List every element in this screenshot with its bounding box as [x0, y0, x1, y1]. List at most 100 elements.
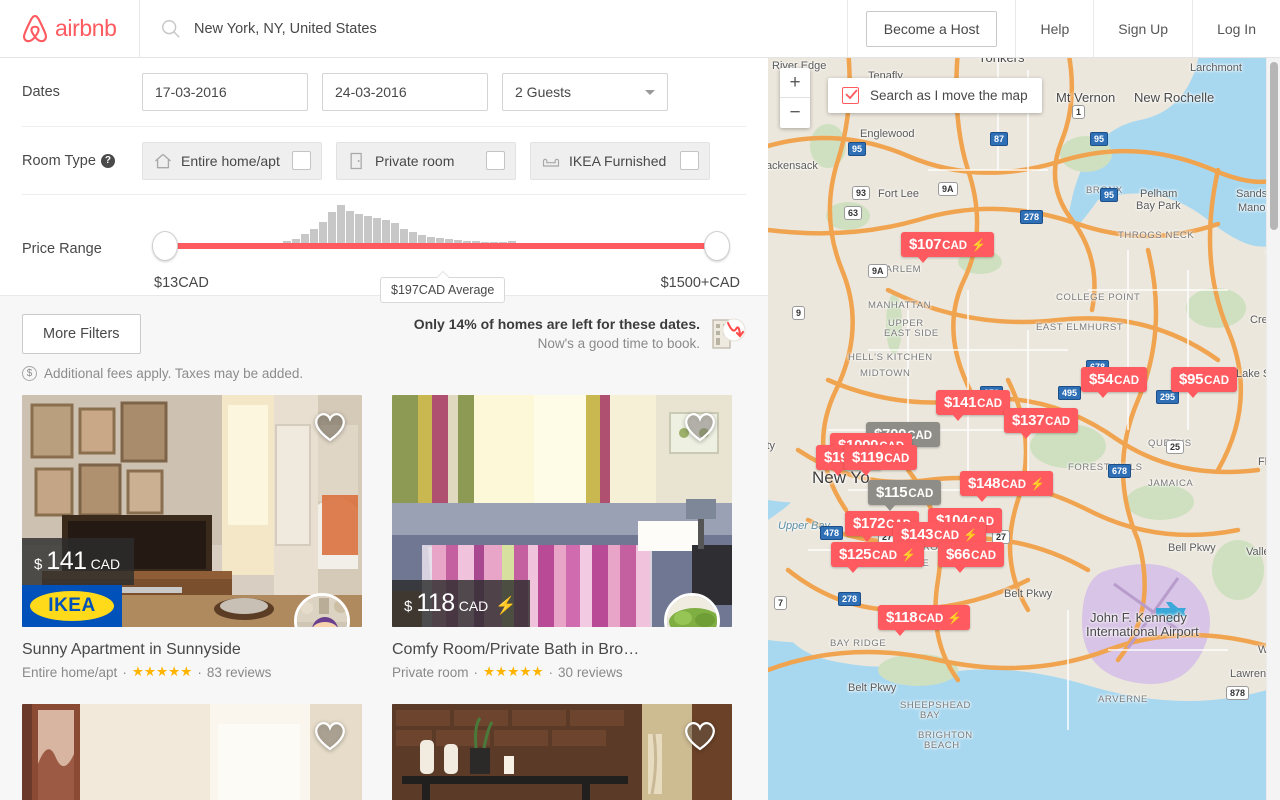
- ikea-badge-1: IKEA: [22, 585, 122, 627]
- price-min-label: $13CAD: [154, 275, 209, 291]
- scarcity-subline: Now's a good time to book.: [537, 336, 700, 351]
- logo[interactable]: airbnb: [0, 0, 140, 57]
- route-shield: 95: [1100, 188, 1119, 202]
- scarcity-headline: Only 14% of homes are left for these dat…: [413, 316, 700, 332]
- map-price-marker[interactable]: $119 CAD: [844, 445, 918, 476]
- marker-currency: CAD: [908, 488, 934, 500]
- listing-card-3[interactable]: [22, 704, 362, 800]
- map-price-marker[interactable]: $54 CAD: [1081, 367, 1148, 398]
- map-price-marker[interactable]: $118 CAD ⚡: [878, 605, 971, 636]
- search-input[interactable]: [194, 20, 794, 37]
- lightning-bolt-icon-2: ⚡: [495, 596, 517, 615]
- price-slider[interactable]: $13CAD $1500+CAD $197CAD Average: [142, 203, 746, 303]
- listing-meta-1: Entire home/apt · ★★★★★ · 83 reviews: [22, 664, 362, 680]
- favorite-heart-icon-1[interactable]: [312, 409, 348, 442]
- guests-value: 2 Guests: [515, 84, 572, 100]
- listing-image-3: [22, 704, 362, 800]
- histogram-bar: [409, 232, 417, 243]
- listing-card-4[interactable]: [392, 704, 732, 800]
- dates-label: Dates: [22, 84, 60, 100]
- map-price-marker[interactable]: $125 CAD ⚡: [831, 542, 925, 573]
- checkout-input[interactable]: [322, 73, 488, 111]
- roomtype-entire-home-checkbox[interactable]: [292, 151, 311, 170]
- fee-note: $ Additional fees apply. Taxes may be ad…: [0, 354, 768, 395]
- nav-help[interactable]: Help: [1015, 0, 1093, 57]
- map-price-marker[interactable]: $95 CAD: [1171, 367, 1238, 398]
- room-type-label: Room Type ?: [22, 153, 142, 169]
- price-max-handle[interactable]: [704, 231, 730, 261]
- listing-price-2: $ 118 CAD ⚡: [392, 580, 531, 627]
- map-price-marker[interactable]: $141 CAD: [936, 390, 1011, 421]
- histogram-bar: [400, 229, 408, 243]
- roomtype-private-room[interactable]: Private room: [336, 141, 516, 180]
- listing-photo-4[interactable]: [392, 704, 732, 800]
- price-range-label: Price Range: [22, 241, 102, 257]
- map-price-marker[interactable]: $137 CAD: [1004, 408, 1079, 439]
- listing-photo-2[interactable]: $ 118 CAD ⚡ door: [392, 395, 732, 627]
- listing-title-1[interactable]: Sunny Apartment in Sunnyside: [22, 641, 322, 659]
- favorite-heart-icon-3[interactable]: [312, 718, 348, 751]
- route-shield: 9A: [868, 264, 888, 278]
- more-filters-button[interactable]: More Filters: [22, 314, 141, 354]
- scrollbar-thumb[interactable]: [1270, 62, 1278, 230]
- map-price-marker[interactable]: $148 CAD ⚡: [960, 471, 1054, 502]
- route-shield: 87: [990, 132, 1009, 146]
- help-icon[interactable]: ?: [100, 153, 115, 168]
- marker-currency: CAD: [872, 550, 898, 562]
- more-filters-bar: More Filters Only 14% of homes are left …: [0, 296, 768, 354]
- room-type-text: Room Type: [22, 152, 96, 169]
- checkin-input[interactable]: [142, 73, 308, 111]
- histogram-bar: [373, 218, 381, 243]
- ikea-logo: IKEA: [30, 591, 114, 621]
- price-slider-track[interactable]: [162, 243, 718, 249]
- marker-amount: $66: [946, 546, 971, 563]
- guests-select[interactable]: 2 Guests: [502, 73, 668, 111]
- roomtype-ikea-furnished[interactable]: IKEA Furnished: [530, 141, 710, 180]
- nav-login[interactable]: Log In: [1192, 0, 1280, 57]
- roomtype-entire-home[interactable]: Entire home/apt: [142, 141, 322, 180]
- listing-roomtype-2: Private room: [392, 664, 469, 680]
- meta-separator-1b: ·: [197, 664, 202, 680]
- route-shield: 678: [1108, 464, 1132, 478]
- map-zoom-controls[interactable]: + −: [780, 68, 810, 128]
- roomtype-private-room-checkbox[interactable]: [486, 151, 505, 170]
- map-zoom-in-button[interactable]: +: [780, 68, 810, 98]
- listing-title-2[interactable]: Comfy Room/Private Bath in Bro…: [392, 641, 692, 659]
- route-shield: 278: [1020, 210, 1044, 224]
- favorite-heart-icon-4[interactable]: [682, 718, 718, 751]
- roomtype-private-room-label: Private room: [375, 152, 455, 169]
- fee-note-text: Additional fees apply. Taxes may be adde…: [44, 366, 304, 381]
- roomtype-entire-home-label: Entire home/apt: [181, 152, 280, 169]
- map-price-marker[interactable]: $107 CAD ⚡: [901, 232, 995, 263]
- map-zoom-out-button[interactable]: −: [780, 98, 810, 128]
- map-price-marker[interactable]: $115 CAD: [868, 480, 942, 511]
- map-panel[interactable]: + − Search as I move the map River Edge T…: [768, 50, 1280, 800]
- listing-photo-1[interactable]: $ 141 CAD IKEA: [22, 395, 362, 627]
- price-min-handle[interactable]: [152, 231, 178, 261]
- price-symbol-1: $: [34, 556, 43, 573]
- lightning-bolt-icon: ⚡: [971, 238, 987, 252]
- search-bar[interactable]: [140, 0, 847, 57]
- histogram-bar: [328, 212, 336, 243]
- marker-amount: $119: [852, 449, 884, 466]
- roomtype-ikea-furnished-label: IKEA Furnished: [569, 152, 667, 169]
- become-a-host-button[interactable]: Become a Host: [865, 10, 998, 47]
- route-shield: 295: [1156, 390, 1180, 404]
- meta-separator-2b: ·: [548, 664, 554, 680]
- price-histogram: [238, 205, 516, 243]
- listing-photo-3[interactable]: [22, 704, 362, 800]
- results-panel: Dates 2 Guests Room Type ? Entire home/a…: [0, 58, 768, 800]
- favorite-heart-icon-2[interactable]: [682, 409, 718, 442]
- marker-amount: $118: [886, 609, 918, 626]
- dollar-circle-icon: $: [22, 366, 37, 381]
- left-panel-scrollbar[interactable]: [1266, 58, 1280, 800]
- search-as-i-move-checkbox[interactable]: [842, 87, 859, 104]
- roomtype-ikea-furnished-checkbox[interactable]: [680, 151, 699, 170]
- nav-signup[interactable]: Sign Up: [1093, 0, 1192, 57]
- host-avatar-image-1: [297, 596, 347, 627]
- search-as-i-move-toggle[interactable]: Search as I move the map: [828, 78, 1042, 113]
- map-price-marker[interactable]: $66 CAD: [938, 542, 1005, 573]
- listing-card-2[interactable]: $ 118 CAD ⚡ door: [392, 395, 732, 680]
- route-shield: 9: [792, 306, 806, 320]
- listing-card-1[interactable]: $ 141 CAD IKEA Sunny Apartment in Sunnys…: [22, 395, 362, 680]
